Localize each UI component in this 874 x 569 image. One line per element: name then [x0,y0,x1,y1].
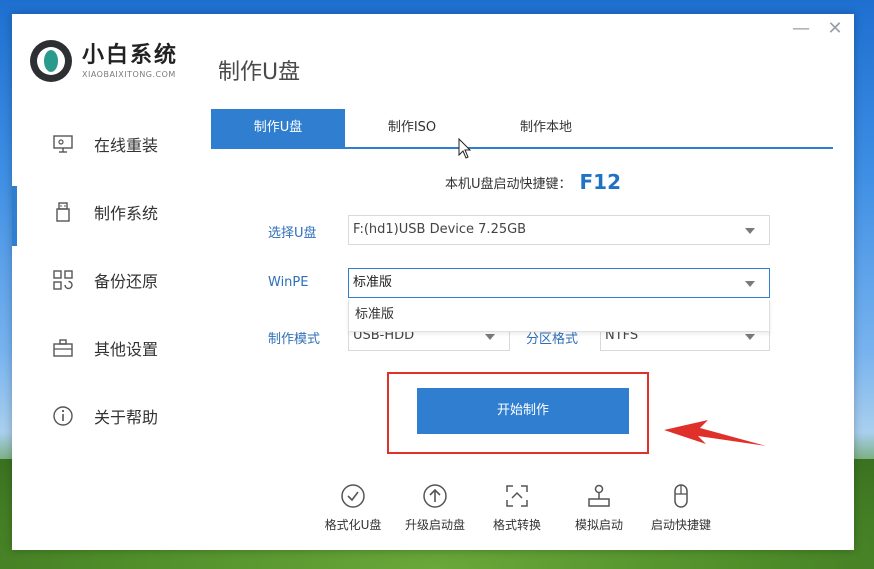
tool-upgrade-boot-disk[interactable]: 升级启动盘 [394,482,476,533]
sidebar-item-about-help[interactable]: 关于帮助 [12,382,212,450]
tool-label: 升级启动盘 [404,518,465,532]
chevron-down-icon [745,334,755,340]
chevron-down-icon [745,281,755,287]
chevron-down-icon [485,334,495,340]
mouse-icon [667,482,695,510]
winpe-select-value: 标准版 [353,275,393,290]
tool-format-convert[interactable]: 格式转换 [476,482,558,533]
tool-label: 启动快捷键 [650,518,711,532]
tool-format-usb[interactable]: 格式化U盘 [312,482,394,533]
tool-label: 格式化U盘 [324,518,382,532]
mode-select-label: 制作模式 [268,332,321,347]
annotation-arrow-icon [664,420,766,446]
hotkey-key: F12 [579,170,622,194]
chevron-down-icon [745,228,755,234]
tab-make-local[interactable]: 制作本地 [479,109,613,147]
info-icon [52,405,74,427]
logo-title: 小白系统 [82,42,179,68]
joystick-icon [585,482,613,510]
tool-boot-hotkey[interactable]: 启动快捷键 [640,482,722,533]
tool-label: 模拟启动 [574,518,623,532]
mouse-cursor-icon [458,138,472,159]
sidebar-item-label: 其他设置 [94,340,159,359]
monitor-icon [52,133,74,155]
convert-icon [503,482,531,510]
sidebar-item-make-system[interactable]: 制作系统 [12,178,212,246]
sidebar-item-label: 关于帮助 [94,408,159,427]
bottom-toolbar: 格式化U盘 升级启动盘 格式转换 模拟启动 启动快捷键 [312,482,722,533]
app-window: — ✕ 小白系统 XIAOBAIXITONG.COM 制作U盘 在线重装 制作系… [12,14,854,550]
page-title: 制作U盘 [218,60,301,85]
sidebar-item-label: 备份还原 [94,272,159,291]
sidebar-item-online-reinstall[interactable]: 在线重装 [12,110,212,178]
arrow-up-circle-icon [421,482,449,510]
close-icon[interactable]: ✕ [826,20,844,38]
hotkey-info: 本机U盘启动快捷键： F12 [445,170,621,194]
sidebar-item-other-settings[interactable]: 其他设置 [12,314,212,382]
start-make-button[interactable]: 开始制作 [417,388,629,434]
usb-select-value: F:(hd1)USB Device 7.25GB [353,222,527,237]
grid-restore-icon [52,269,74,291]
window-controls: — ✕ [792,20,844,38]
tool-simulate-boot[interactable]: 模拟启动 [558,482,640,533]
tab-bar: 制作U盘 制作ISO 制作本地 [211,109,833,149]
tool-label: 格式转换 [492,518,541,532]
sidebar-item-label: 制作系统 [94,204,159,223]
usb-select[interactable]: F:(hd1)USB Device 7.25GB [348,215,770,245]
app-logo: 小白系统 XIAOBAIXITONG.COM [30,40,178,82]
check-circle-icon [339,482,367,510]
tab-make-usb[interactable]: 制作U盘 [211,109,345,147]
usb-select-label: 选择U盘 [268,226,317,241]
logo-subtitle: XIAOBAIXITONG.COM [82,69,176,79]
usb-drive-icon [52,201,74,223]
winpe-dropdown-option[interactable]: 标准版 [348,300,770,332]
hotkey-label: 本机U盘启动快捷键： [445,176,572,192]
winpe-select[interactable]: 标准版 [348,268,770,298]
sidebar-item-backup-restore[interactable]: 备份还原 [12,246,212,314]
briefcase-icon [52,337,74,359]
sidebar-item-label: 在线重装 [94,136,159,155]
logo-icon [30,40,72,82]
sidebar: 在线重装 制作系统 备份还原 其他设置 关于帮助 [12,110,212,450]
minimize-icon[interactable]: — [792,20,810,38]
logo-text: 小白系统 XIAOBAIXITONG.COM [82,42,179,79]
winpe-select-label: WinPE [268,275,309,290]
